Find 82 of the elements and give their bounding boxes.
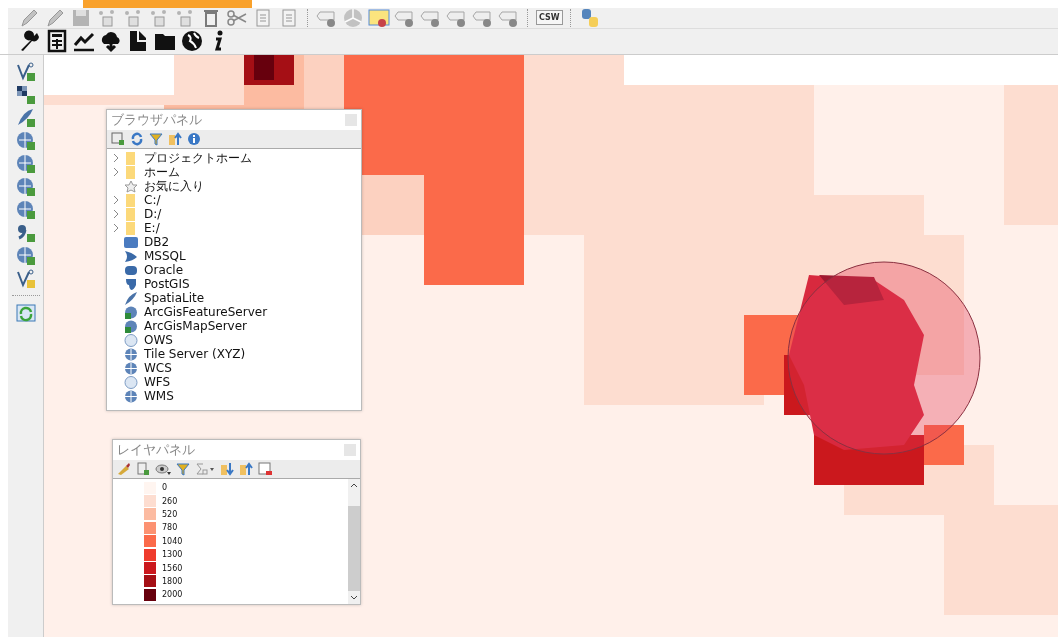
legend-label: 1300: [162, 550, 183, 560]
tree-item[interactable]: ArcGisMapServer: [107, 319, 361, 333]
globe-light-icon: [124, 333, 138, 347]
folder-icon: [124, 151, 138, 165]
tree-item[interactable]: WFS: [107, 375, 361, 389]
legend-label: 520: [162, 509, 178, 519]
refresh-table-icon[interactable]: [14, 302, 37, 324]
scroll-up-icon[interactable]: [350, 482, 358, 488]
globe-badge-icon: [124, 319, 138, 333]
collapse-icon[interactable]: [168, 132, 182, 146]
postgis-add-icon[interactable]: [14, 130, 37, 152]
legend-label: 1560: [162, 563, 183, 573]
remove-layer-icon[interactable]: [258, 462, 272, 476]
legend-label: 2000: [162, 590, 183, 600]
tree-item[interactable]: WMS: [107, 389, 361, 403]
globe-badge-icon: [124, 305, 138, 319]
tree-item[interactable]: ArcGisFeatureServer: [107, 305, 361, 319]
globe-icon[interactable]: [180, 29, 204, 54]
add-icon[interactable]: [111, 132, 125, 146]
hotspot-core: [819, 275, 884, 305]
expand-all-icon[interactable]: [220, 462, 234, 476]
cloud-download-icon[interactable]: [99, 29, 123, 54]
globe-add-icon[interactable]: [14, 153, 37, 175]
globe-icon: [124, 389, 138, 403]
tree-item[interactable]: ホーム: [107, 165, 361, 179]
oracle-icon: [124, 263, 138, 277]
tree-item[interactable]: C:/: [107, 193, 361, 207]
tree-item[interactable]: PostGIS: [107, 277, 361, 291]
globe-icon: [124, 361, 138, 375]
chevron-icon[interactable]: [112, 209, 120, 219]
tree-item[interactable]: SpatiaLite: [107, 291, 361, 305]
label-pin-icon[interactable]: [368, 6, 390, 29]
collapse-all-icon[interactable]: [239, 462, 253, 476]
vector-add-alt-icon[interactable]: [14, 268, 37, 290]
raster-add-icon[interactable]: [14, 84, 37, 106]
folder-icon: [124, 193, 138, 207]
panel-title: ブラウザパネル: [111, 111, 202, 129]
tree-item[interactable]: D:/: [107, 207, 361, 221]
calculator-icon[interactable]: [45, 29, 69, 54]
filter-icon[interactable]: [176, 462, 190, 476]
legend-label: 260: [162, 496, 178, 506]
tree-item[interactable]: プロジェクトホーム: [107, 151, 361, 165]
globe-light-icon: [124, 375, 138, 389]
wfs-add-icon[interactable]: [14, 199, 37, 221]
globe-icon: [124, 347, 138, 361]
db2-icon: [124, 235, 138, 249]
eye-icon[interactable]: [155, 462, 171, 476]
mssql-icon: [124, 249, 138, 263]
legend-label: 780: [162, 523, 178, 533]
chevron-icon[interactable]: [112, 153, 120, 163]
tree-item[interactable]: OWS: [107, 333, 361, 347]
scrollbar[interactable]: [348, 479, 360, 604]
scroll-down-icon[interactable]: [350, 595, 358, 601]
legend-label: 1040: [162, 536, 183, 546]
tree-item[interactable]: お気に入り: [107, 179, 361, 193]
paint-brush-icon[interactable]: [117, 462, 131, 476]
tree-item[interactable]: DB2: [107, 235, 361, 249]
tree-item[interactable]: Tile Server (XYZ): [107, 347, 361, 361]
postgis-icon: [124, 277, 138, 291]
filter-icon[interactable]: [149, 132, 163, 146]
refresh-icon[interactable]: [130, 132, 144, 146]
chevron-icon[interactable]: [112, 223, 120, 233]
chevron-icon[interactable]: [112, 167, 120, 177]
folder-icon: [124, 207, 138, 221]
folder-icon: [124, 221, 138, 235]
legend-label: 1800: [162, 576, 183, 586]
legend-label: 0: [162, 483, 168, 493]
chevron-icon[interactable]: [112, 195, 120, 205]
tree-item[interactable]: MSSQL: [107, 249, 361, 263]
globe-add-icon[interactable]: [14, 176, 37, 198]
expression-icon[interactable]: [195, 462, 215, 476]
star-icon: [124, 179, 138, 193]
layer-add-icon[interactable]: [136, 462, 150, 476]
csw-button[interactable]: CSW: [536, 10, 563, 26]
feather-icon: [124, 291, 138, 305]
tree-item[interactable]: E:/: [107, 221, 361, 235]
tree-item[interactable]: Oracle: [107, 263, 361, 277]
folder-icon: [124, 165, 138, 179]
vector-add-icon[interactable]: [14, 61, 37, 83]
tree-item[interactable]: WCS: [107, 361, 361, 375]
mesh-add-icon[interactable]: [14, 245, 37, 267]
panel-title: レイヤパネル: [117, 441, 195, 459]
